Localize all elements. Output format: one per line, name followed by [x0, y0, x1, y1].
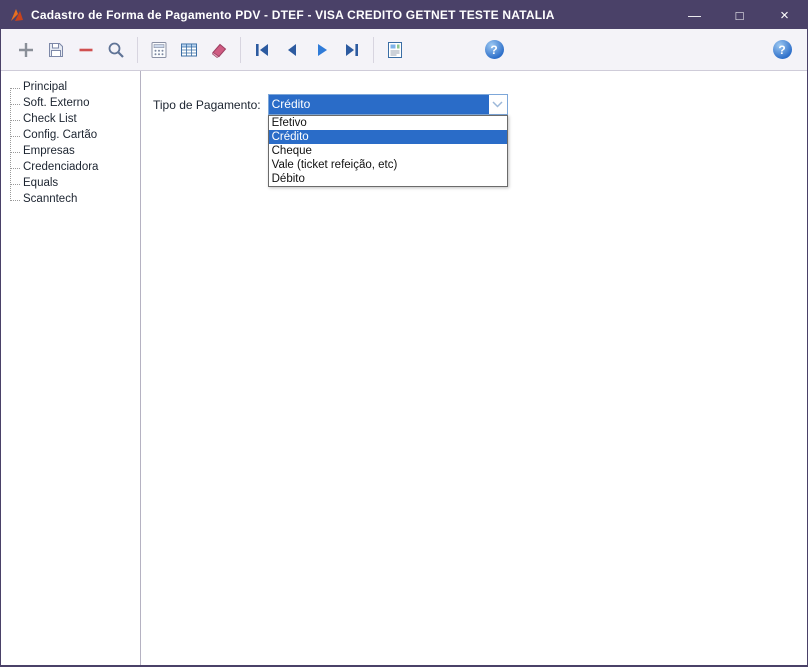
navigation-tree: Principal Soft. Externo Check List Confi… — [7, 80, 140, 208]
payment-type-label: Tipo de Pagamento: — [153, 97, 261, 112]
toolbar-separator — [137, 36, 138, 63]
chevron-down-icon[interactable] — [488, 95, 507, 114]
payment-type-field: Tipo de Pagamento: Crédito Efetivo Crédi… — [153, 94, 807, 187]
toolbar-separator — [373, 36, 374, 63]
dropdown-option-debito[interactable]: Débito — [269, 172, 507, 186]
help-button-right[interactable]: ? — [768, 36, 796, 64]
nav-last-button[interactable] — [338, 36, 366, 64]
combobox-selected-value: Crédito — [268, 95, 489, 114]
chevron-left-icon — [288, 43, 296, 56]
sidebar-item-check-list[interactable]: Check List — [7, 112, 140, 128]
help-icon: ? — [772, 40, 792, 59]
chevron-right-icon — [318, 43, 327, 56]
sidebar-item-soft-externo[interactable]: Soft. Externo — [7, 96, 140, 112]
sidebar-item-principal[interactable]: Principal — [7, 80, 140, 96]
floppy-icon — [49, 42, 63, 57]
grid-button[interactable] — [175, 36, 203, 64]
help-button[interactable]: ? — [480, 36, 508, 64]
sidebar-item-config-cartao[interactable]: Config. Cartão — [7, 128, 140, 144]
payment-type-combobox[interactable]: Crédito Efetivo Crédito Cheque Vale (tic… — [267, 94, 508, 187]
calculator-button[interactable] — [145, 36, 173, 64]
delete-button[interactable] — [72, 36, 100, 64]
payment-type-dropdown: Efetivo Crédito Cheque Vale (ticket refe… — [267, 115, 508, 187]
main-panel: Tipo de Pagamento: Crédito Efetivo Crédi… — [141, 71, 807, 665]
sidebar-item-credenciadora[interactable]: Credenciadora — [7, 160, 140, 176]
app-icon — [9, 7, 25, 23]
sidebar-item-scanntech[interactable]: Scanntech — [7, 192, 140, 208]
preview-button[interactable] — [381, 36, 409, 64]
dropdown-option-credito[interactable]: Crédito — [268, 130, 507, 144]
nav-next-button[interactable] — [308, 36, 336, 64]
maximize-button[interactable]: □ — [717, 1, 762, 29]
eraser-button[interactable] — [205, 36, 233, 64]
skip-last-icon — [346, 43, 358, 56]
titlebar: Cadastro de Forma de Pagamento PDV - DTE… — [1, 1, 807, 29]
window-title: Cadastro de Forma de Pagamento PDV - DTE… — [31, 8, 555, 22]
add-button[interactable] — [12, 36, 40, 64]
sidebar: Principal Soft. Externo Check List Confi… — [1, 71, 141, 665]
plus-icon — [19, 42, 33, 57]
calculator-icon — [151, 41, 167, 58]
app-window: Cadastro de Forma de Pagamento PDV - DTE… — [0, 0, 808, 667]
nav-prev-button[interactable] — [278, 36, 306, 64]
eraser-icon — [212, 43, 227, 58]
minus-icon — [79, 48, 93, 51]
dropdown-option-cheque[interactable]: Cheque — [269, 144, 507, 158]
window-controls: — □ × — [672, 1, 807, 29]
toolbar: ? ? — [1, 29, 807, 71]
minimize-button[interactable]: — — [672, 1, 717, 29]
close-button[interactable]: × — [762, 1, 807, 29]
content-area: Principal Soft. Externo Check List Confi… — [1, 71, 807, 665]
toolbar-separator — [240, 36, 241, 63]
table-grid-icon — [181, 43, 197, 56]
search-icon — [108, 42, 124, 58]
skip-first-icon — [256, 43, 268, 56]
nav-first-button[interactable] — [248, 36, 276, 64]
dropdown-option-vale[interactable]: Vale (ticket refeição, etc) — [269, 158, 507, 172]
dropdown-option-efetivo[interactable]: Efetivo — [269, 116, 507, 130]
sidebar-item-empresas[interactable]: Empresas — [7, 144, 140, 160]
sidebar-item-equals[interactable]: Equals — [7, 176, 140, 192]
help-icon: ? — [484, 40, 504, 59]
save-button[interactable] — [42, 36, 70, 64]
report-icon — [388, 41, 402, 58]
search-button[interactable] — [102, 36, 130, 64]
